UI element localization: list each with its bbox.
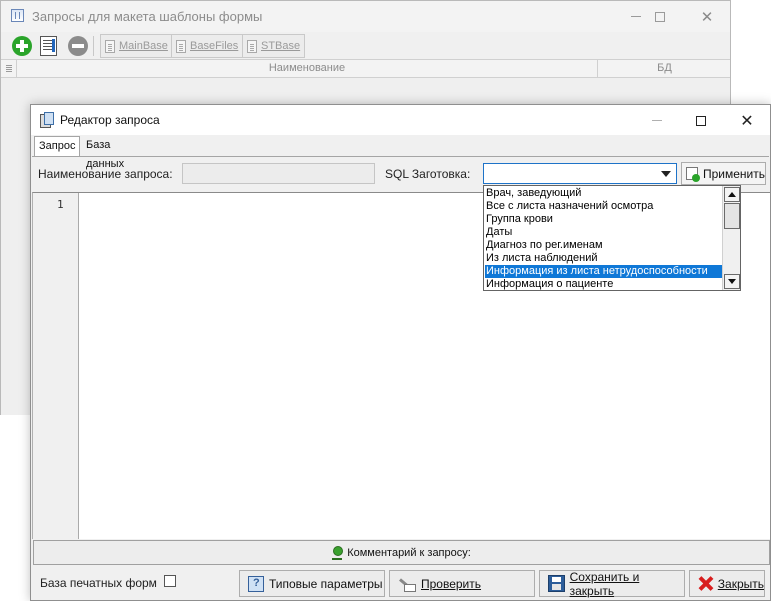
dropdown-scrollbar[interactable] [722, 186, 740, 290]
background-window-title: Запросы для макета шаблоны формы [32, 9, 263, 24]
basefiles-label: BaseFiles [190, 40, 239, 52]
parameters-icon [248, 575, 264, 592]
column-chooser-icon[interactable] [1, 60, 17, 78]
comment-toggle-bar[interactable]: Комментарий к запросу: [33, 540, 770, 565]
dialog-titlebar: Редактор запроса ✕ [31, 105, 770, 135]
dropdown-item[interactable]: Все с листа назначений осмотра [485, 200, 653, 213]
tab-query[interactable]: Запрос [34, 136, 81, 157]
print-forms-base-label: База печатных форм [40, 576, 157, 590]
toolbar: MainBase BaseFiles STBase [1, 32, 730, 59]
stbase-label: STBase [261, 40, 301, 52]
delete-icon[interactable] [68, 36, 88, 56]
query-editor-icon [40, 112, 54, 128]
dropdown-item[interactable]: Из листа наблюдений [485, 252, 597, 265]
save-close-label: Сохранить и закрыть [569, 569, 640, 598]
sql-template-combobox[interactable] [483, 163, 677, 184]
minimize-icon [652, 120, 662, 121]
background-titlebar: Запросы для макета шаблоны формы ✕ [1, 1, 730, 32]
apply-label: Применить [702, 166, 765, 181]
dropdown-item-selected[interactable]: Информация из листа нетрудоспособности [485, 265, 723, 278]
scroll-down-icon[interactable] [724, 274, 740, 289]
close-icon: ✕ [700, 8, 714, 26]
dialog-maximize-button[interactable] [678, 105, 724, 136]
edit-icon[interactable] [40, 36, 57, 56]
save-close-button[interactable]: Сохранить и закрыть [539, 569, 685, 598]
dropdown-item[interactable]: Врач, заведующий [485, 187, 581, 200]
apply-icon [686, 167, 700, 182]
mainbase-button[interactable]: MainBase [100, 34, 173, 58]
document-icon [247, 39, 257, 53]
stbase-button[interactable]: STBase [242, 34, 306, 58]
check-icon [398, 576, 416, 592]
column-header-name[interactable]: Наименование [17, 60, 598, 78]
query-name-input[interactable] [182, 163, 375, 184]
add-icon[interactable] [12, 36, 32, 56]
print-forms-base-checkbox[interactable] [164, 575, 176, 587]
typical-params-label: Типовые параметры [269, 576, 383, 591]
close-icon: ✕ [740, 112, 754, 130]
maximize-icon [655, 11, 665, 22]
query-name-label: Наименование запроса: [38, 167, 173, 181]
dialog-minimize-button[interactable] [634, 105, 680, 136]
close-dialog-button[interactable]: Закрыть [689, 570, 765, 597]
dialog-title: Редактор запроса [60, 113, 160, 127]
check-button[interactable]: Проверить [389, 570, 535, 597]
close-icon [698, 576, 713, 591]
close-button[interactable]: ✕ [684, 1, 730, 32]
dropdown-item[interactable]: Даты [485, 226, 512, 239]
save-icon [548, 575, 565, 592]
typical-params-button[interactable]: Типовые параметры [239, 570, 385, 597]
toolbar-separator [93, 36, 94, 56]
sql-template-label: SQL Заготовка: [385, 167, 471, 181]
line-number: 1 [57, 198, 64, 211]
basefiles-button[interactable]: BaseFiles [171, 34, 244, 58]
maximize-button[interactable] [637, 1, 683, 32]
chevron-down-icon[interactable] [661, 171, 671, 177]
comment-label: Комментарий к запросу: [347, 546, 471, 559]
scroll-thumb[interactable] [724, 203, 740, 229]
apply-button[interactable]: Применить [681, 162, 766, 185]
dropdown-item[interactable]: Информация о пациенте [485, 278, 613, 291]
maximize-icon [696, 115, 706, 126]
check-label: Проверить [421, 576, 482, 591]
scroll-up-icon[interactable] [724, 187, 740, 202]
dropdown-item[interactable]: Группа крови [485, 213, 553, 226]
document-icon [105, 39, 115, 53]
query-editor-dialog: Редактор запроса ✕ Запрос База данных На… [30, 104, 771, 601]
line-number-gutter: 1 [33, 193, 79, 539]
close-dialog-label: Закрыть [717, 576, 764, 591]
column-header-db[interactable]: БД [599, 60, 730, 78]
grid-header: Наименование БД [1, 59, 730, 78]
document-icon [176, 39, 186, 53]
dialog-close-button[interactable]: ✕ [724, 105, 770, 136]
dropdown-item[interactable]: Диагноз по рег.именам [485, 239, 603, 252]
tab-database[interactable]: База данных [82, 136, 128, 170]
sql-template-dropdown: Врач, заведующий Все с листа назначений … [483, 185, 741, 291]
table-icon [11, 9, 24, 22]
pin-icon [332, 545, 344, 560]
mainbase-label: MainBase [119, 40, 168, 52]
